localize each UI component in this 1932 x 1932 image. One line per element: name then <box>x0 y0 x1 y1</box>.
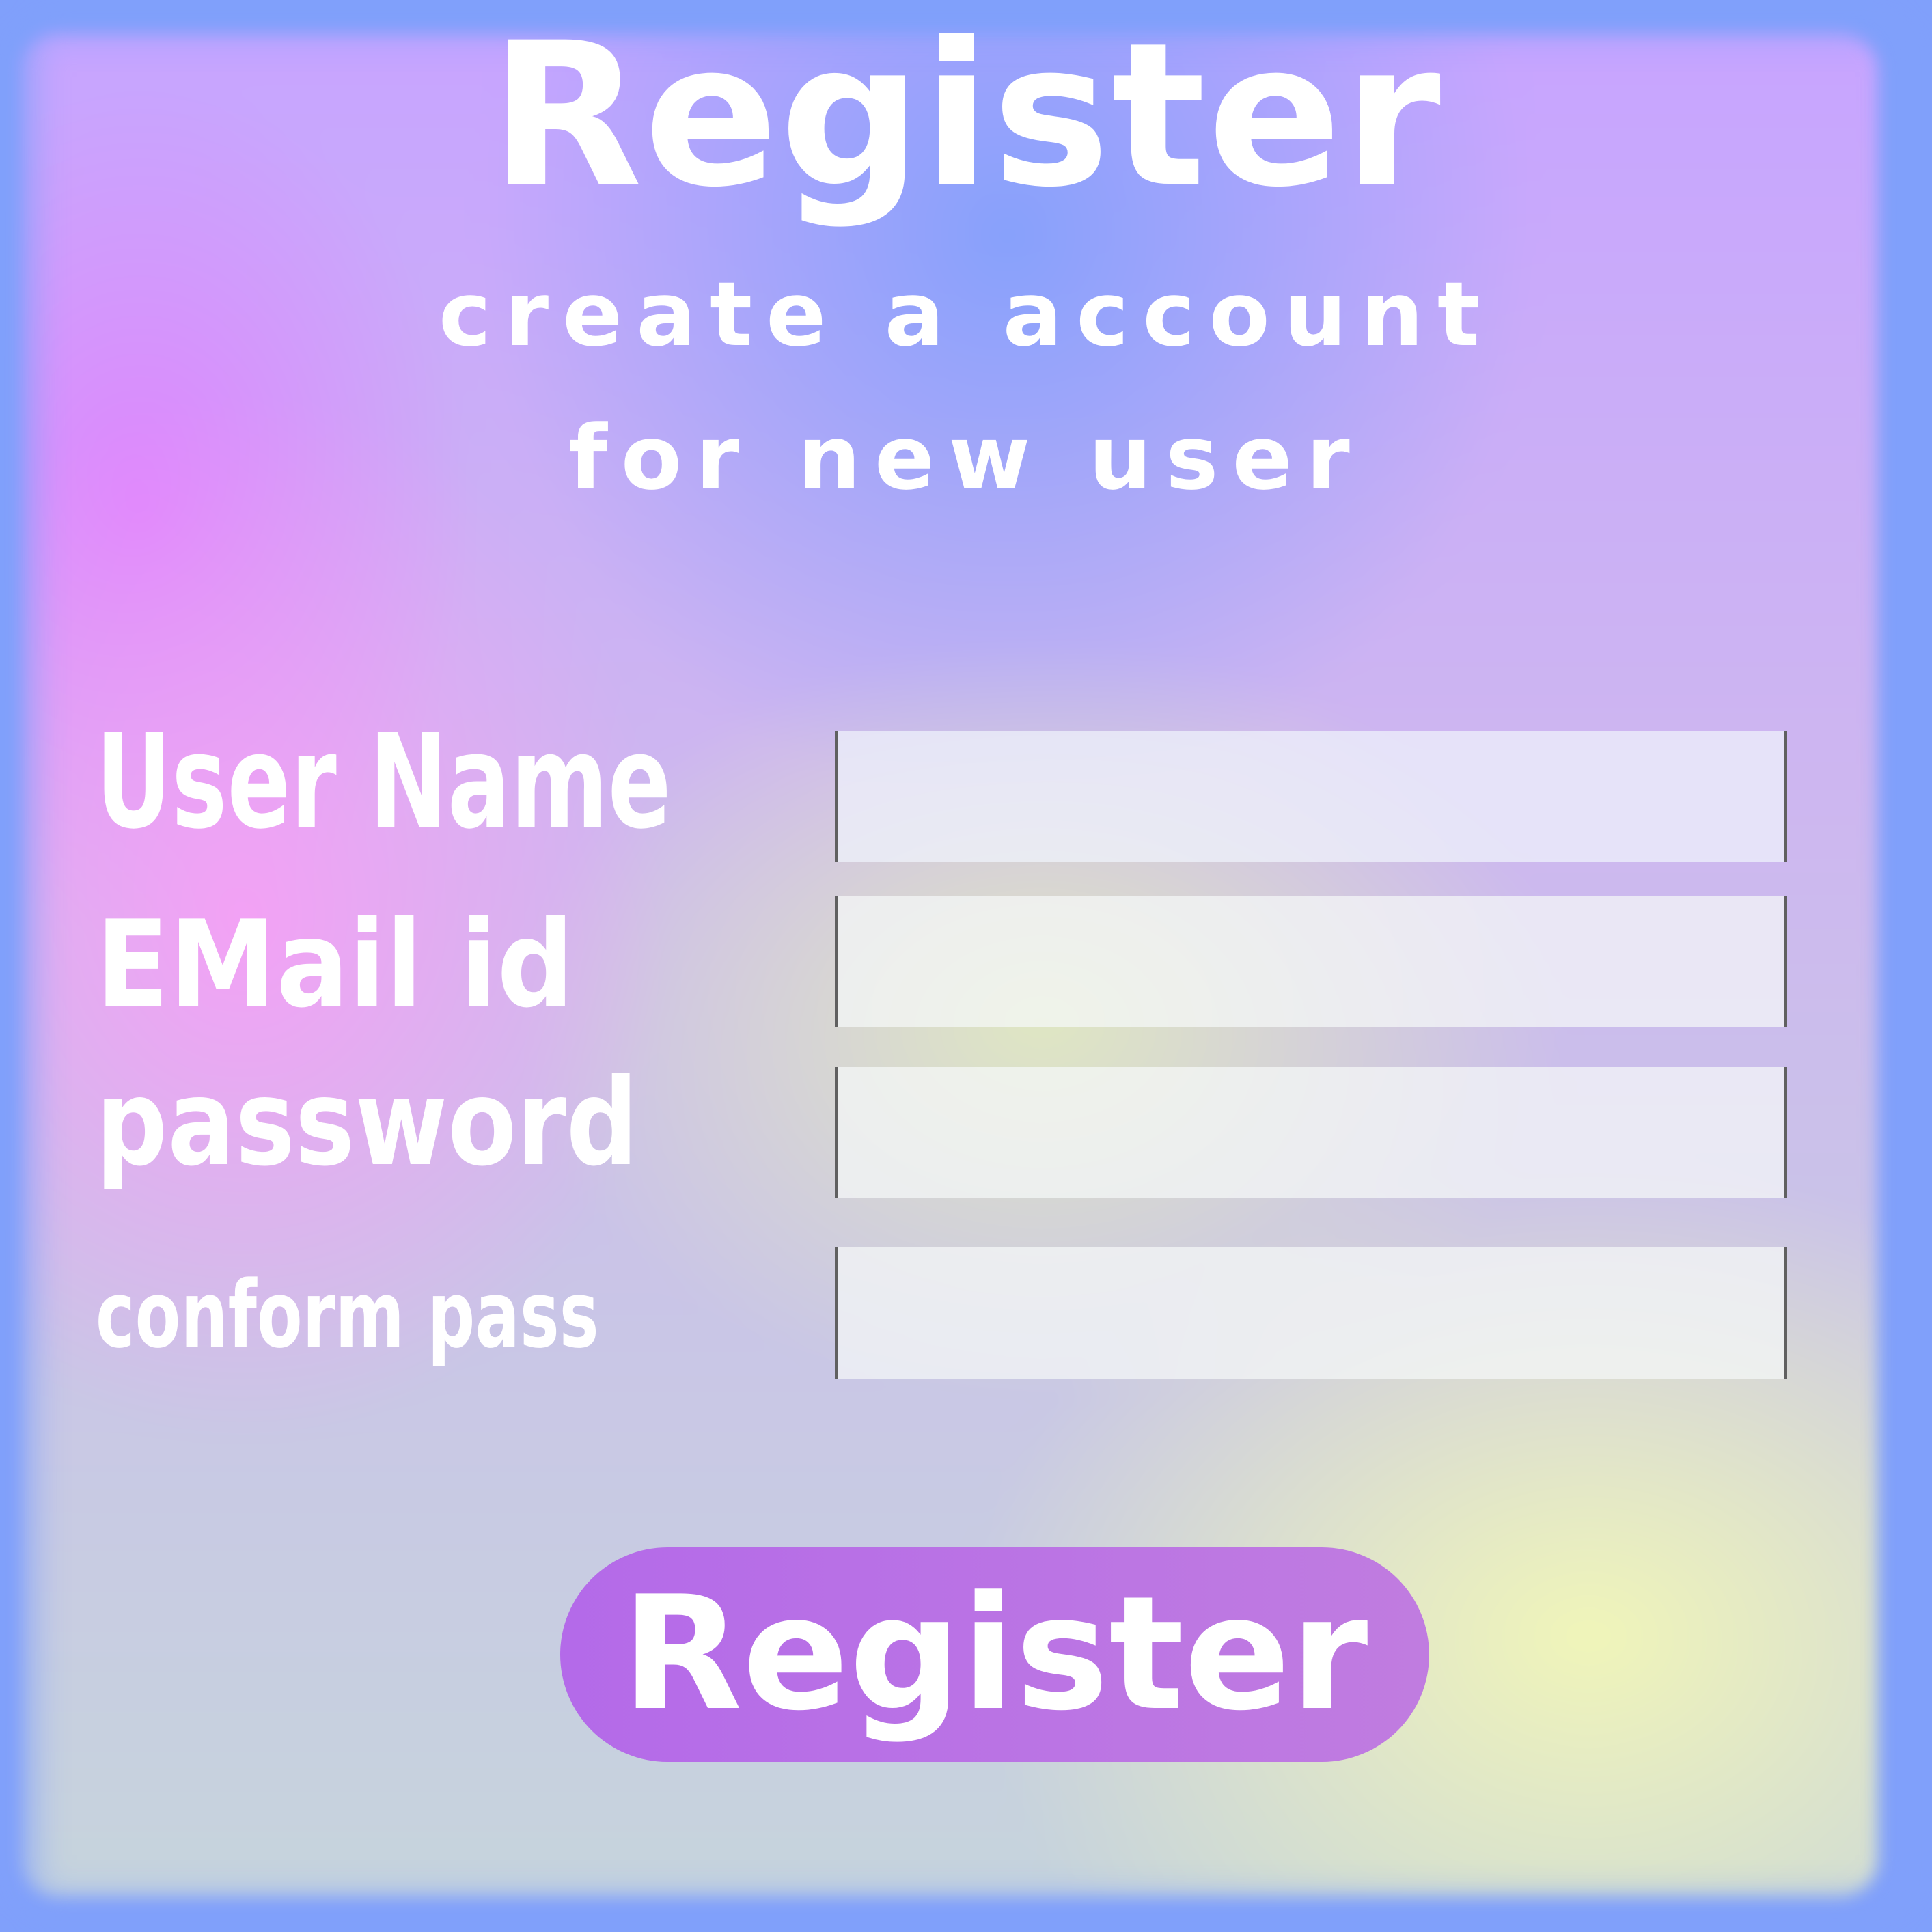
email-input[interactable] <box>835 896 1787 1027</box>
confirm-password-label: conform pass <box>96 1261 599 1368</box>
page-subtitle-line1: create a account <box>438 262 1494 366</box>
password-input[interactable] <box>835 1067 1787 1198</box>
password-label: password <box>96 1054 638 1193</box>
page-subtitle-line2: for new user <box>568 406 1364 510</box>
page-title: Register <box>490 1 1442 231</box>
username-input[interactable] <box>835 731 1787 862</box>
register-button[interactable]: Register <box>560 1547 1429 1762</box>
email-label: EMail id <box>96 896 575 1034</box>
username-label: User Name <box>96 706 672 857</box>
confirm-password-input[interactable] <box>835 1247 1787 1379</box>
